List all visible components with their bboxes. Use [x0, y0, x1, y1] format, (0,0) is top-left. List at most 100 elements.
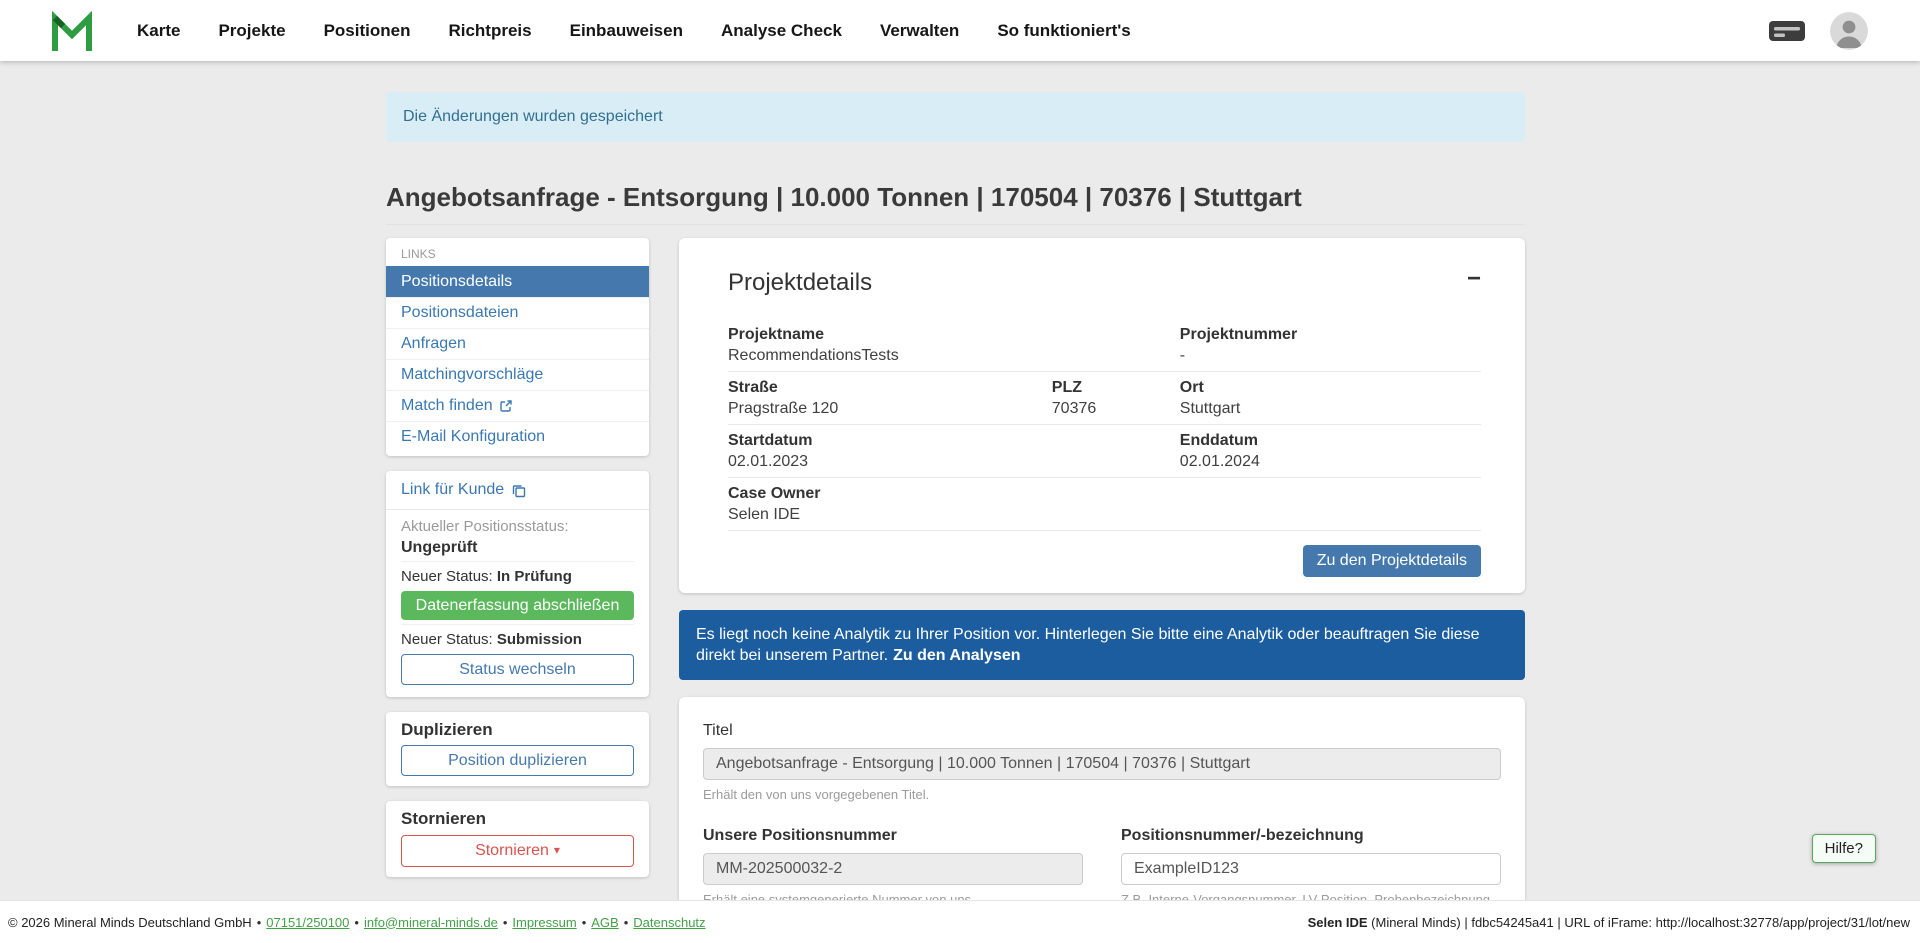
next-status-value: In Prüfung — [497, 568, 572, 585]
sidebar-item-anfragen[interactable]: Anfragen — [386, 328, 649, 359]
copy-icon — [511, 483, 526, 498]
footer-imprint-link[interactable]: Impressum — [512, 915, 576, 930]
sidebar-item-label: Match finden — [401, 397, 493, 415]
city-value: Stuttgart — [1180, 399, 1481, 418]
street-value: Pragstraße 120 — [728, 399, 1052, 418]
current-status-label: Aktueller Positionsstatus: — [401, 518, 634, 536]
mineral-minds-logo-icon[interactable] — [49, 10, 95, 52]
project-name-value: RecommendationsTests — [728, 346, 1180, 365]
start-date-label: Startdatum — [728, 431, 1180, 450]
sidebar-item-label: Matchingvorschläge — [401, 366, 543, 384]
nav-item-so-funktionierts[interactable]: So funktioniert's — [997, 21, 1130, 41]
project-row-name-number: Projektname RecommendationsTests Projekt… — [728, 319, 1481, 372]
title-help-text: Erhält den von uns vorgegebenen Titel. — [703, 787, 1501, 802]
sidebar-item-email-konfiguration[interactable]: E-Mail Konfiguration — [386, 421, 649, 452]
footer-separator: • — [257, 915, 262, 930]
footer-user-name: Selen IDE — [1308, 915, 1368, 930]
footer-email-link[interactable]: info@mineral-minds.de — [364, 915, 498, 930]
project-row-owner: Case Owner Selen IDE — [728, 478, 1481, 531]
switch-status-button[interactable]: Status wechseln — [401, 654, 634, 685]
navbar-right — [1768, 12, 1868, 50]
main-column: Projektdetails − Projektname Recommendat… — [679, 238, 1525, 943]
plz-value: 70376 — [1052, 399, 1180, 418]
footer-session-info: Selen IDE (Mineral Minds) | fdbc54245a41… — [1308, 915, 1910, 930]
links-header: LINKS — [386, 244, 649, 266]
case-owner-value: Selen IDE — [728, 505, 1481, 524]
plz-label: PLZ — [1052, 378, 1180, 397]
title-divider — [386, 224, 1525, 225]
caret-down-icon: ▾ — [554, 841, 560, 860]
cancel-dropdown-button[interactable]: Stornieren ▾ — [401, 835, 634, 867]
cancel-button-label: Stornieren — [475, 842, 549, 859]
project-details-button[interactable]: Zu den Projektdetails — [1303, 545, 1481, 577]
our-number-label: Unsere Positionsnummer — [703, 827, 897, 844]
nav-item-projekte[interactable]: Projekte — [218, 21, 285, 41]
city-label: Ort — [1180, 378, 1481, 397]
footer-separator: • — [582, 915, 587, 930]
nav-item-karte[interactable]: Karte — [137, 21, 180, 41]
sidebar-item-matchingvorschlaege[interactable]: Matchingvorschläge — [386, 359, 649, 390]
analytics-link[interactable]: Zu den Analysen — [893, 647, 1020, 664]
position-number-field: Positionsnummer/-bezeichnung Z.B. Intern… — [1121, 826, 1501, 907]
nav-item-einbauweisen[interactable]: Einbauweisen — [570, 21, 683, 41]
footer: © 2026 Mineral Minds Deutschland GmbH • … — [0, 900, 1920, 943]
external-link-icon — [499, 399, 513, 413]
nav-item-positionen[interactable]: Positionen — [324, 21, 411, 41]
next-status-section-1: Neuer Status: In Prüfung Datenerfassung … — [401, 561, 634, 620]
next-status-section-2: Neuer Status: Submission Status wechseln — [401, 624, 634, 685]
customer-link-label: Link für Kunde — [401, 481, 504, 499]
project-name-label: Projektname — [728, 325, 1180, 344]
saved-alert: Die Änderungen wurden gespeichert — [386, 92, 1525, 142]
end-date-label: Enddatum — [1180, 431, 1481, 450]
footer-agb-link[interactable]: AGB — [591, 915, 618, 930]
our-number-field: Unsere Positionsnummer Erhält eine syste… — [703, 826, 1083, 907]
project-details-title: Projektdetails — [728, 268, 872, 297]
user-avatar[interactable] — [1830, 12, 1868, 50]
links-card: LINKS Positionsdetails Positionsdateien … — [386, 238, 649, 456]
project-number-label: Projektnummer — [1180, 325, 1481, 344]
analytics-banner: Es liegt noch keine Analytik zu Ihrer Po… — [679, 610, 1525, 680]
nav-item-verwalten[interactable]: Verwalten — [880, 21, 959, 41]
footer-phone-link[interactable]: 07151/250100 — [266, 915, 349, 930]
top-navbar: Karte Projekte Positionen Richtpreis Ein… — [0, 0, 1920, 61]
next-status-label: Neuer Status: — [401, 568, 493, 585]
keyboard-icon[interactable] — [1768, 18, 1806, 44]
project-details-card: Projektdetails − Projektname Recommendat… — [679, 238, 1525, 593]
page-title: Angebotsanfrage - Entsorgung | 10.000 To… — [386, 182, 1525, 213]
footer-copyright: © 2026 Mineral Minds Deutschland GmbH — [8, 915, 252, 930]
project-row-dates: Startdatum 02.01.2023 Enddatum 02.01.202… — [728, 425, 1481, 478]
nav-item-richtpreis[interactable]: Richtpreis — [448, 21, 531, 41]
analytics-banner-text: Es liegt noch keine Analytik zu Ihrer Po… — [696, 626, 1480, 664]
sidebar: LINKS Positionsdetails Positionsdateien … — [386, 238, 649, 892]
duplicate-position-button[interactable]: Position duplizieren — [401, 745, 634, 776]
status-card: Link für Kunde Aktueller Positionsstatus… — [386, 471, 649, 697]
duplicate-title: Duplizieren — [401, 720, 634, 740]
main-nav: Karte Projekte Positionen Richtpreis Ein… — [137, 21, 1131, 41]
street-label: Straße — [728, 378, 1052, 397]
sidebar-item-match-finden[interactable]: Match finden — [386, 390, 649, 421]
footer-separator: • — [354, 915, 359, 930]
next-status-value: Submission — [497, 631, 582, 648]
next-status-label: Neuer Status: — [401, 631, 493, 648]
finish-data-entry-button[interactable]: Datenerfassung abschließen — [401, 591, 634, 620]
sidebar-item-positionsdateien[interactable]: Positionsdateien — [386, 297, 649, 328]
title-input — [703, 748, 1501, 780]
page-content: Die Änderungen wurden gespeichert Angebo… — [386, 61, 1525, 943]
footer-privacy-link[interactable]: Datenschutz — [633, 915, 705, 930]
sidebar-item-positionsdetails[interactable]: Positionsdetails — [386, 266, 649, 297]
sidebar-item-label: Positionsdetails — [401, 273, 512, 291]
customer-link[interactable]: Link für Kunde — [386, 471, 649, 510]
current-status-value: Ungeprüft — [401, 538, 634, 557]
title-field-label: Titel — [703, 722, 733, 739]
sidebar-item-label: Positionsdateien — [401, 304, 518, 322]
help-button[interactable]: Hilfe? — [1812, 834, 1876, 863]
nav-item-analyse-check[interactable]: Analyse Check — [721, 21, 842, 41]
footer-separator: • — [503, 915, 508, 930]
saved-alert-text: Die Änderungen wurden gespeichert — [403, 108, 663, 125]
cancel-card: Stornieren Stornieren ▾ — [386, 801, 649, 877]
footer-left: © 2026 Mineral Minds Deutschland GmbH • … — [8, 915, 706, 930]
collapse-icon[interactable]: − — [1467, 268, 1481, 290]
project-row-address: Straße Pragstraße 120 PLZ 70376 Ort Stut… — [728, 372, 1481, 425]
position-number-input[interactable] — [1121, 853, 1501, 885]
our-number-input — [703, 853, 1083, 885]
